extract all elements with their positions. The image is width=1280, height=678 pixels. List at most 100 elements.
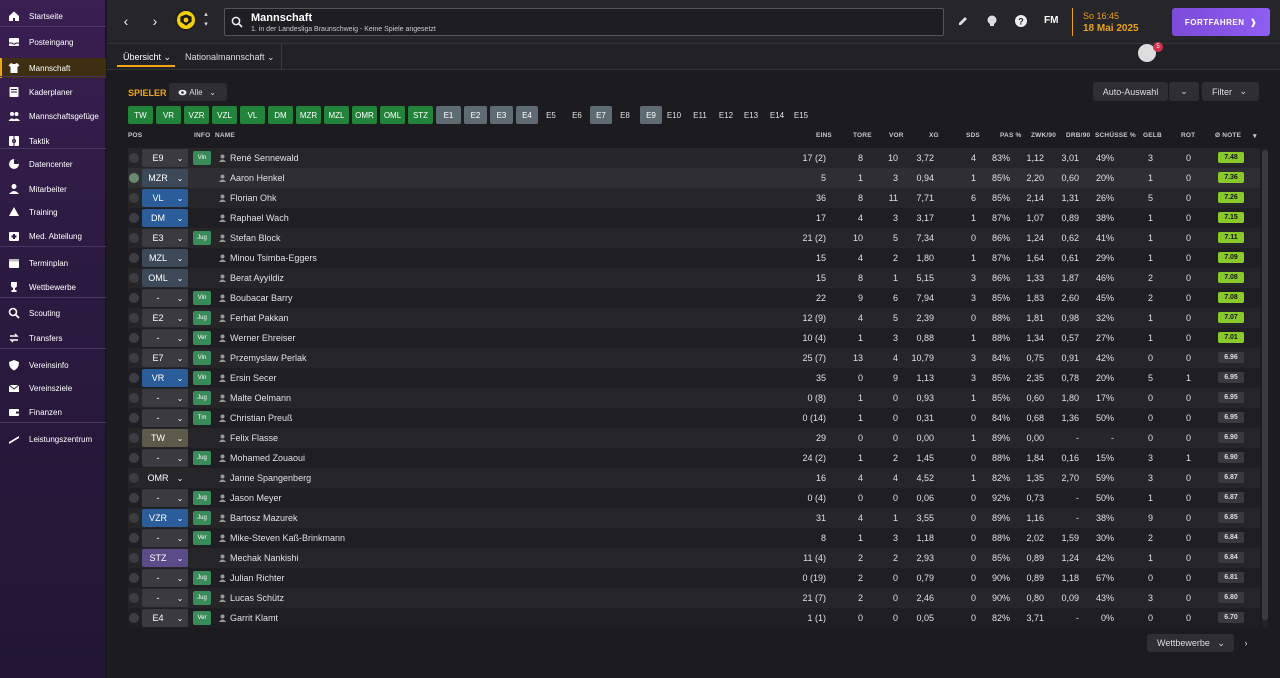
table-row[interactable]: E7 ⌄ Vin Przemyslaw Perlak 25 (7) 13 4 10,79 3 84…: [128, 348, 1260, 368]
position-chip-vzr[interactable]: VZR: [184, 106, 209, 124]
player-name[interactable]: Ersin Secer: [230, 373, 277, 383]
sidebar-item-mannschaft[interactable]: Mannschaft: [0, 58, 106, 78]
position-chip-e15[interactable]: E15: [790, 106, 812, 124]
position-selector[interactable]: - ⌄: [142, 489, 188, 507]
position-selector[interactable]: STZ ⌄: [142, 549, 188, 567]
position-selector[interactable]: E2 ⌄: [142, 309, 188, 327]
player-name[interactable]: Janne Spangenberg: [230, 473, 311, 483]
table-row[interactable]: VR ⌄ Vin Ersin Secer 35 0 9 1,13 3 85% 2,35 0,78 20%…: [128, 368, 1260, 388]
info-badge[interactable]: Jug: [193, 391, 211, 405]
info-badge[interactable]: Jug: [193, 231, 211, 245]
position-selector[interactable]: OML ⌄: [142, 269, 188, 287]
continue-button[interactable]: FORTFAHREN ❱: [1172, 8, 1270, 36]
position-chip-dm[interactable]: DM: [268, 106, 293, 124]
sort-arrow-icon[interactable]: ▾: [1253, 132, 1257, 140]
table-row[interactable]: - ⌄ Jug Malte Oelmann 0 (8) 1 0 0,93 1 85% 0,60 1,8…: [128, 388, 1260, 408]
position-selector[interactable]: - ⌄: [142, 289, 188, 307]
competitions-dropdown[interactable]: Wettbewerbe ⌄: [1147, 634, 1234, 652]
info-badge[interactable]: Vin: [193, 151, 211, 165]
position-selector[interactable]: OMR ⌄: [142, 469, 188, 487]
position-chip-omr[interactable]: OMR: [352, 106, 377, 124]
table-row[interactable]: - ⌄ Jug Mohamed Zouaoui 24 (2) 1 2 1,45 0 88% 1,84…: [128, 448, 1260, 468]
position-chip-e5[interactable]: E5: [540, 106, 562, 124]
position-selector[interactable]: - ⌄: [142, 569, 188, 587]
row-select-checkbox[interactable]: [129, 333, 139, 343]
player-name[interactable]: Malte Oelmann: [230, 393, 291, 403]
player-name[interactable]: Mechak Nankishi: [230, 553, 299, 563]
position-chip-vr[interactable]: VR: [156, 106, 181, 124]
position-chip-e11[interactable]: E11: [689, 106, 711, 124]
player-name[interactable]: Felix Flasse: [230, 433, 278, 443]
table-row[interactable]: OML ⌄ Berat Ayyildiz 15 8 1 5,15 3 86% 1,33 1,87 46…: [128, 268, 1260, 288]
player-name[interactable]: Stefan Block: [230, 233, 281, 243]
search-box[interactable]: Mannschaft 1. in der Landesliga Braunsch…: [224, 8, 944, 36]
player-name[interactable]: Christian Preuß: [230, 413, 293, 423]
sidebar-item-startseite[interactable]: Startseite: [0, 6, 106, 26]
position-chip-e6[interactable]: E6: [566, 106, 588, 124]
col-eins[interactable]: EINS: [816, 132, 832, 139]
player-name[interactable]: Lucas Schütz: [230, 593, 284, 603]
col-info[interactable]: INFO: [194, 132, 210, 139]
info-badge[interactable]: Ver: [193, 611, 211, 625]
col-pas[interactable]: PAS %: [1000, 132, 1021, 139]
sidebar-item-leistungszentrum[interactable]: Leistungszentrum: [0, 429, 106, 449]
next-arrow-icon[interactable]: ›: [1241, 634, 1251, 652]
row-select-checkbox[interactable]: [129, 453, 139, 463]
info-badge[interactable]: Vin: [193, 351, 211, 365]
table-row[interactable]: VL ⌄ Florian Ohk 36 8 11 7,71 6 85% 2,14 1,31 26% 5 0…: [128, 188, 1260, 208]
col-rot[interactable]: ROT: [1181, 132, 1195, 139]
row-select-checkbox[interactable]: [129, 213, 139, 223]
position-selector[interactable]: TW ⌄: [142, 429, 188, 447]
info-badge[interactable]: Jug: [193, 311, 211, 325]
player-name[interactable]: Minou Tsimba-Eggers: [230, 253, 317, 263]
player-name[interactable]: Ferhat Pakkan: [230, 313, 289, 323]
sidebar-item-mitarbeiter[interactable]: Mitarbeiter: [0, 179, 106, 199]
table-row[interactable]: E2 ⌄ Jug Ferhat Pakkan 12 (9) 4 5 2,39 0 88% 1,81 0…: [128, 308, 1260, 328]
row-select-checkbox[interactable]: [129, 353, 139, 363]
row-select-checkbox[interactable]: [129, 413, 139, 423]
row-select-checkbox[interactable]: [129, 433, 139, 443]
col-pos[interactable]: POS: [128, 132, 142, 139]
position-selector[interactable]: MZR ⌄: [142, 169, 188, 187]
player-name[interactable]: Boubacar Barry: [230, 293, 293, 303]
row-select-checkbox[interactable]: [129, 193, 139, 203]
sidebar-item-vereinsziele[interactable]: Vereinsziele: [0, 378, 106, 398]
scrollbar-thumb[interactable]: [1262, 150, 1268, 620]
col-gelb[interactable]: GELB: [1143, 132, 1162, 139]
position-chip-oml[interactable]: OML: [380, 106, 405, 124]
col-note[interactable]: Ø NOTE: [1215, 132, 1241, 139]
table-row[interactable]: STZ ⌄ Mechak Nankishi 11 (4) 2 2 2,93 0 85% 0,89 1…: [128, 548, 1260, 568]
info-badge[interactable]: Ver: [193, 531, 211, 545]
back-button[interactable]: ‹: [116, 10, 136, 32]
view-all-dropdown[interactable]: Alle ⌄: [169, 83, 227, 101]
position-selector[interactable]: - ⌄: [142, 589, 188, 607]
position-selector[interactable]: VR ⌄: [142, 369, 188, 387]
row-select-checkbox[interactable]: [129, 153, 139, 163]
position-selector[interactable]: - ⌄: [142, 529, 188, 547]
info-badge[interactable]: Vin: [193, 371, 211, 385]
position-selector[interactable]: - ⌄: [142, 329, 188, 347]
row-select-checkbox[interactable]: [129, 233, 139, 243]
player-name[interactable]: Bartosz Mazurek: [230, 513, 298, 523]
position-selector[interactable]: MZL ⌄: [142, 249, 188, 267]
col-xg[interactable]: XG: [929, 132, 939, 139]
position-chip-vl[interactable]: VL: [240, 106, 265, 124]
info-badge[interactable]: Jug: [193, 511, 211, 525]
table-row[interactable]: E4 ⌄ Ver Garrit Klamt 1 (1) 0 0 0,05 0 82% 3,71 - 0%…: [128, 608, 1260, 628]
sidebar-item-mannschaftsgefüge[interactable]: Mannschaftsgefüge: [0, 106, 106, 126]
player-name[interactable]: Jason Meyer: [230, 493, 282, 503]
sidebar-item-scouting[interactable]: Scouting: [0, 303, 106, 323]
row-select-checkbox[interactable]: [129, 573, 139, 583]
row-select-checkbox[interactable]: [129, 293, 139, 303]
col-schuesse[interactable]: SCHÜSSE %: [1095, 132, 1136, 139]
col-vor[interactable]: VOR: [889, 132, 904, 139]
table-row[interactable]: - ⌄ Jug Lucas Schütz 21 (7) 2 0 2,46 0 90% 0,80 0,0…: [128, 588, 1260, 608]
info-badge[interactable]: Jug: [193, 571, 211, 585]
tab-national-team[interactable]: Nationalmannschaft ⌄: [185, 44, 275, 70]
row-select-checkbox[interactable]: [129, 473, 139, 483]
info-badge[interactable]: Jug: [193, 451, 211, 465]
position-selector[interactable]: E7 ⌄: [142, 349, 188, 367]
row-select-checkbox[interactable]: [129, 613, 139, 623]
info-badge[interactable]: Jug: [193, 491, 211, 505]
col-zwk[interactable]: ZWK/90: [1031, 132, 1056, 139]
